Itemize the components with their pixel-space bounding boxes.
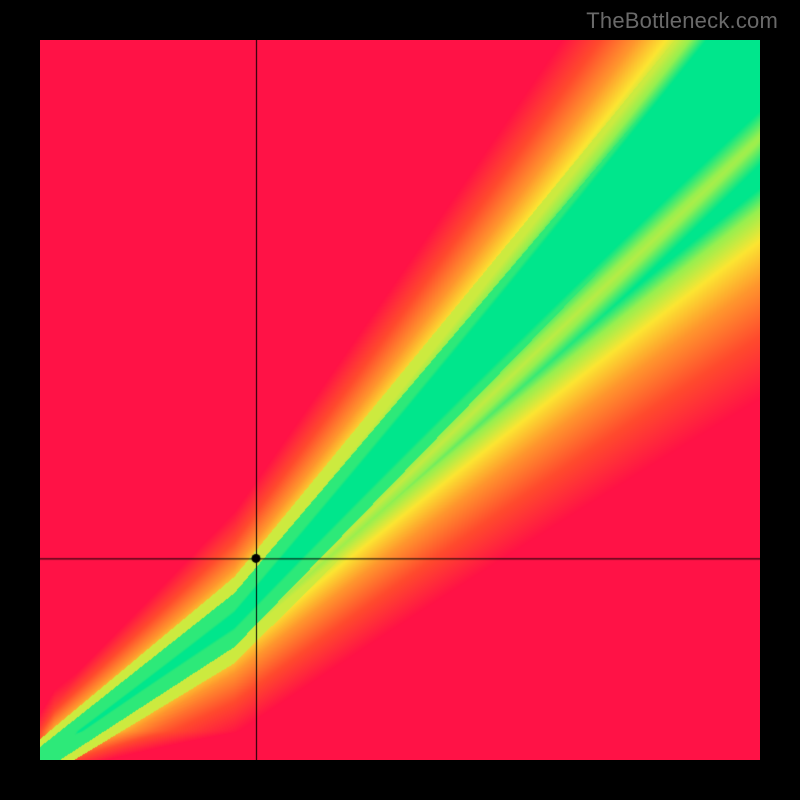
bottleneck-heatmap bbox=[40, 40, 760, 760]
chart-frame: TheBottleneck.com bbox=[0, 0, 800, 800]
attribution-label: TheBottleneck.com bbox=[586, 8, 778, 34]
